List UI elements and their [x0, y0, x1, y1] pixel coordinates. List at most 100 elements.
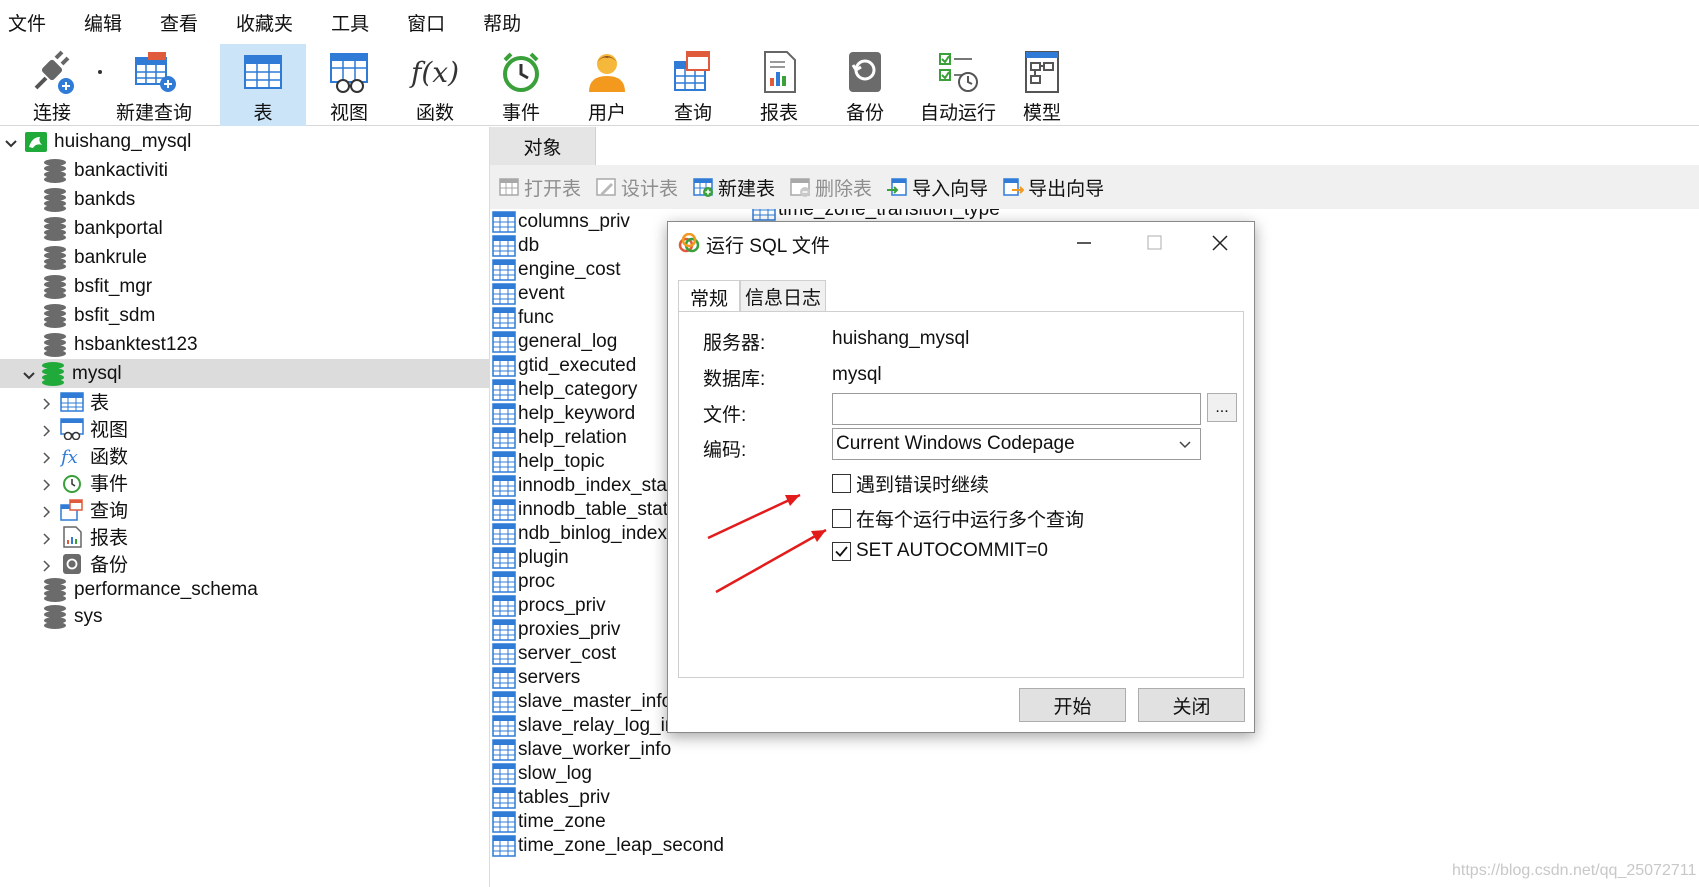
- chevron-right-icon[interactable]: [40, 449, 54, 464]
- table-list-item[interactable]: time_zone: [492, 809, 606, 834]
- table-button[interactable]: 表: [220, 44, 306, 126]
- table-list-item[interactable]: ndb_binlog_index: [492, 521, 667, 546]
- table-list-item[interactable]: columns_priv: [492, 209, 630, 234]
- tree-db-item[interactable]: bsfit_mgr: [0, 272, 489, 301]
- option-continue-on-error[interactable]: 遇到错误时继续: [832, 470, 989, 497]
- tree-item-functions[interactable]: fx 函数: [0, 442, 489, 469]
- tree-item-events[interactable]: 事件: [0, 469, 489, 496]
- backup-button[interactable]: 备份: [822, 44, 908, 126]
- chevron-right-icon[interactable]: [40, 530, 54, 545]
- chevron-down-icon[interactable]: [22, 367, 36, 381]
- view-button[interactable]: 视图: [306, 44, 392, 126]
- table-name: tables_priv: [518, 786, 610, 808]
- new-table-button[interactable]: 新建表: [692, 174, 775, 201]
- chevron-down-icon[interactable]: [4, 135, 18, 149]
- table-list-item[interactable]: server_cost: [492, 641, 616, 666]
- delete-table-button[interactable]: 删除表: [789, 174, 872, 201]
- table-list-item[interactable]: slave_worker_info: [492, 737, 671, 762]
- tab-general[interactable]: 常规: [678, 280, 740, 313]
- table-list-item[interactable]: procs_priv: [492, 593, 606, 618]
- tree-item-queries[interactable]: 查询: [0, 496, 489, 523]
- export-wizard-button[interactable]: 导出向导: [1002, 174, 1104, 201]
- tree-db-item[interactable]: bankactiviti: [0, 156, 489, 185]
- tree-item-backups[interactable]: 备份: [0, 550, 489, 577]
- table-list-item[interactable]: help_category: [492, 377, 637, 402]
- file-input[interactable]: [832, 393, 1201, 425]
- tab-info-log[interactable]: 信息日志: [740, 280, 826, 312]
- report-button[interactable]: 报表: [736, 44, 822, 126]
- tree-db-item[interactable]: bankds: [0, 185, 489, 214]
- table-list-item[interactable]: help_keyword: [492, 401, 635, 426]
- chevron-right-icon[interactable]: [40, 503, 54, 518]
- chevron-right-icon[interactable]: [40, 557, 54, 572]
- tree-db-item[interactable]: bankportal: [0, 214, 489, 243]
- minimize-button[interactable]: [1064, 228, 1104, 258]
- chevron-right-icon[interactable]: [40, 395, 54, 410]
- start-button[interactable]: 开始: [1019, 688, 1126, 722]
- chevron-right-icon[interactable]: [40, 422, 54, 437]
- table-list-item[interactable]: proxies_priv: [492, 617, 620, 642]
- table-list-item[interactable]: innodb_table_stats: [492, 497, 678, 522]
- query-button[interactable]: 查询: [650, 44, 736, 126]
- menu-tools[interactable]: 工具: [331, 9, 369, 36]
- checkbox-multiple-queries[interactable]: [832, 509, 851, 528]
- menu-favorites[interactable]: 收藏夹: [236, 9, 293, 36]
- table-list-item[interactable]: engine_cost: [492, 257, 620, 282]
- tree-item-label: 备份: [90, 555, 129, 576]
- menu-window[interactable]: 窗口: [407, 9, 445, 36]
- tree-connection[interactable]: huishang_mysql: [0, 127, 489, 156]
- tree-db-item[interactable]: hsbanktest123: [0, 330, 489, 359]
- tree-db-item[interactable]: bsfit_sdm: [0, 301, 489, 330]
- model-button[interactable]: 模型: [1008, 44, 1076, 126]
- auto-run-button[interactable]: 自动运行: [908, 44, 1008, 126]
- table-list-item[interactable]: event: [492, 281, 564, 306]
- close-button[interactable]: 关闭: [1138, 688, 1245, 722]
- connect-button[interactable]: 连接: [12, 44, 92, 126]
- table-list-item[interactable]: servers: [492, 665, 580, 690]
- event-button[interactable]: 事件: [478, 44, 564, 126]
- maximize-button[interactable]: [1134, 228, 1174, 258]
- tree-db-item[interactable]: performance_schema: [0, 575, 489, 604]
- tree-item-reports[interactable]: 报表: [0, 523, 489, 550]
- table-list-item[interactable]: slave_master_info: [492, 689, 672, 714]
- table-list-item[interactable]: func: [492, 305, 554, 330]
- table-list-item[interactable]: slow_log: [492, 761, 592, 786]
- table-list-item[interactable]: tables_priv: [492, 785, 610, 810]
- model-icon: [1018, 48, 1066, 96]
- checkbox-continue-on-error[interactable]: [832, 474, 851, 493]
- tree-db-item[interactable]: bankrule: [0, 243, 489, 272]
- checkbox-autocommit[interactable]: [832, 541, 851, 561]
- menu-view[interactable]: 查看: [160, 9, 198, 36]
- open-table-button[interactable]: 打开表: [498, 174, 581, 201]
- menu-help[interactable]: 帮助: [483, 9, 521, 36]
- user-button[interactable]: 用户: [564, 44, 650, 126]
- table-list-item[interactable]: db: [492, 233, 539, 258]
- new-query-button[interactable]: 新建查询: [100, 44, 208, 126]
- table-list-item[interactable]: plugin: [492, 545, 569, 570]
- import-wizard-button[interactable]: 导入向导: [886, 174, 988, 201]
- function-button[interactable]: f(x) 函数: [392, 44, 478, 126]
- option-multiple-queries[interactable]: 在每个运行中运行多个查询: [832, 505, 1084, 532]
- tree-db-mysql[interactable]: mysql: [0, 359, 489, 388]
- table-list-item[interactable]: help_relation: [492, 425, 627, 450]
- design-table-button[interactable]: 设计表: [595, 174, 678, 201]
- table-list-item[interactable]: time_zone_leap_second: [492, 833, 724, 858]
- table-list-item[interactable]: gtid_executed: [492, 353, 636, 378]
- menu-edit[interactable]: 编辑: [84, 9, 122, 36]
- table-list-item[interactable]: proc: [492, 569, 555, 594]
- chevron-right-icon[interactable]: [40, 476, 54, 491]
- browse-button[interactable]: ...: [1207, 393, 1237, 422]
- table-list-item[interactable]: general_log: [492, 329, 617, 354]
- menu-file[interactable]: 文件: [8, 9, 46, 36]
- tree-db-item[interactable]: sys: [0, 602, 489, 631]
- tab-objects[interactable]: 对象: [490, 127, 595, 165]
- option-autocommit[interactable]: SET AUTOCOMMIT=0: [832, 540, 1048, 562]
- table-list-item[interactable]: slave_relay_log_info: [492, 713, 691, 738]
- function-label: 函数: [415, 103, 454, 124]
- tree-item-views[interactable]: 视图: [0, 415, 489, 442]
- table-list-item[interactable]: help_topic: [492, 449, 605, 474]
- tree-item-tables[interactable]: 表: [0, 388, 489, 415]
- table-list-item[interactable]: innodb_index_stats: [492, 473, 682, 498]
- encoding-select[interactable]: Current Windows Codepage: [832, 428, 1201, 460]
- close-window-button[interactable]: [1200, 228, 1240, 258]
